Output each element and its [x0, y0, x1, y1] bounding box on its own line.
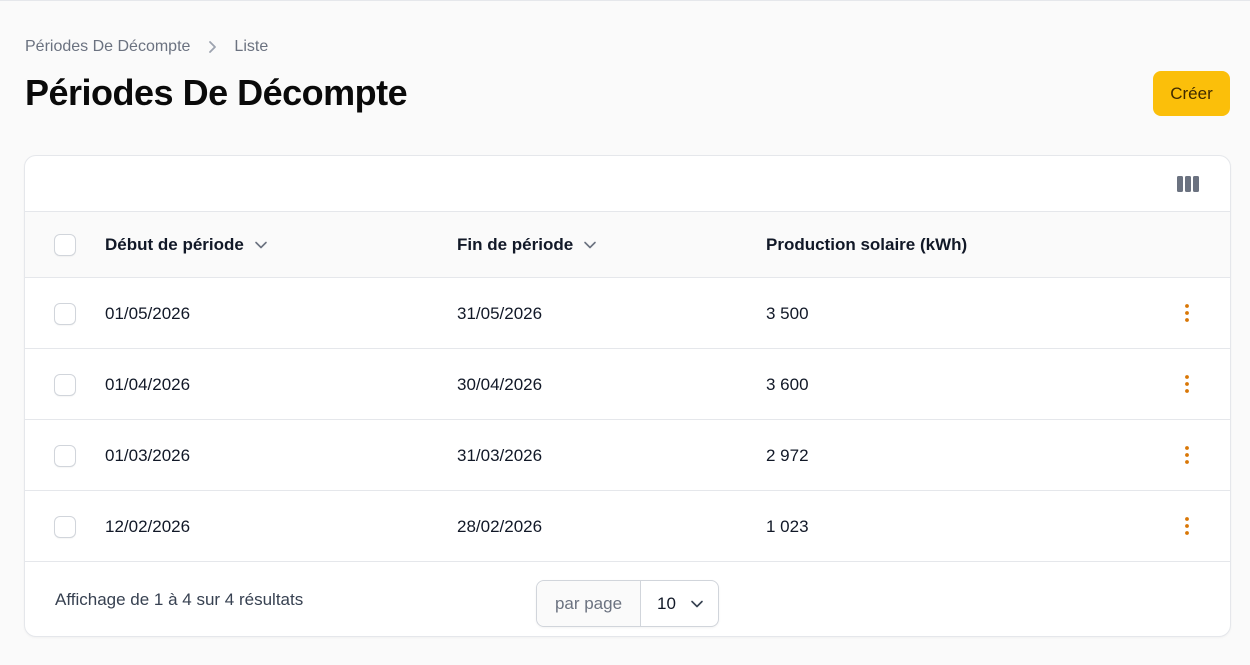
- per-page-control: par page 10: [536, 580, 719, 627]
- table-row[interactable]: 01/05/2026 31/05/2026 3 500: [25, 278, 1230, 349]
- breadcrumb-current: Liste: [234, 38, 269, 55]
- select-all-checkbox[interactable]: [54, 234, 76, 256]
- cell-production: 2 972: [766, 445, 809, 465]
- columns-icon[interactable]: [1176, 174, 1200, 194]
- ellipsis-vertical-icon[interactable]: [1175, 301, 1199, 325]
- cell-end: 31/05/2026: [457, 303, 543, 323]
- per-page-select[interactable]: 10: [641, 581, 718, 626]
- per-page-label: par page: [537, 581, 641, 626]
- cell-end: 30/04/2026: [457, 374, 543, 394]
- column-header-production: Production solaire (kWh): [766, 212, 967, 278]
- cell-production: 3 500: [766, 303, 809, 323]
- per-page-value: 10: [657, 593, 676, 613]
- column-header-start-label: Début de période: [105, 235, 244, 254]
- column-header-production-label: Production solaire (kWh): [766, 235, 968, 254]
- table-row[interactable]: 12/02/2026 28/02/2026 1 023: [25, 491, 1230, 562]
- chevron-down-icon: [690, 599, 704, 609]
- column-header-end[interactable]: Fin de période: [457, 212, 597, 278]
- row-checkbox[interactable]: [54, 445, 76, 467]
- pagination-summary: Affichage de 1 à 4 sur 4 résultats: [55, 590, 304, 609]
- chevron-right-icon: [208, 40, 218, 54]
- chevron-down-icon: [254, 240, 268, 250]
- breadcrumb-parent-link[interactable]: Périodes De Décompte: [25, 38, 190, 56]
- cell-start: 01/03/2026: [105, 445, 191, 465]
- column-header-end-label: Fin de période: [457, 235, 574, 254]
- table-row[interactable]: 01/03/2026 31/03/2026 2 972: [25, 420, 1230, 491]
- create-button[interactable]: Créer: [1153, 71, 1230, 116]
- ellipsis-vertical-icon[interactable]: [1175, 514, 1199, 538]
- cell-start: 12/02/2026: [105, 516, 191, 536]
- top-divider: [0, 0, 1250, 1]
- table-header: Début de période Fin de période Producti…: [25, 212, 1230, 278]
- cell-end: 31/03/2026: [457, 445, 543, 465]
- cell-start: 01/04/2026: [105, 374, 191, 394]
- row-checkbox[interactable]: [54, 516, 76, 538]
- row-checkbox[interactable]: [54, 374, 76, 396]
- cell-start: 01/05/2026: [105, 303, 191, 323]
- table-row[interactable]: 01/04/2026 30/04/2026 3 600: [25, 349, 1230, 420]
- cell-end: 28/02/2026: [457, 516, 543, 536]
- ellipsis-vertical-icon[interactable]: [1175, 372, 1199, 396]
- table-toolbar: [25, 156, 1230, 212]
- row-checkbox[interactable]: [54, 303, 76, 325]
- chevron-down-icon: [583, 240, 597, 250]
- breadcrumb: Périodes De Décompte Liste: [25, 38, 268, 56]
- page-title: Périodes De Décompte: [25, 72, 408, 113]
- ellipsis-vertical-icon[interactable]: [1175, 443, 1199, 467]
- cell-production: 1 023: [766, 516, 809, 536]
- column-header-start[interactable]: Début de période: [105, 212, 268, 278]
- table-footer: Affichage de 1 à 4 sur 4 résultats par p…: [25, 562, 1230, 636]
- table-card: Début de période Fin de période Producti…: [24, 155, 1231, 637]
- cell-production: 3 600: [766, 374, 809, 394]
